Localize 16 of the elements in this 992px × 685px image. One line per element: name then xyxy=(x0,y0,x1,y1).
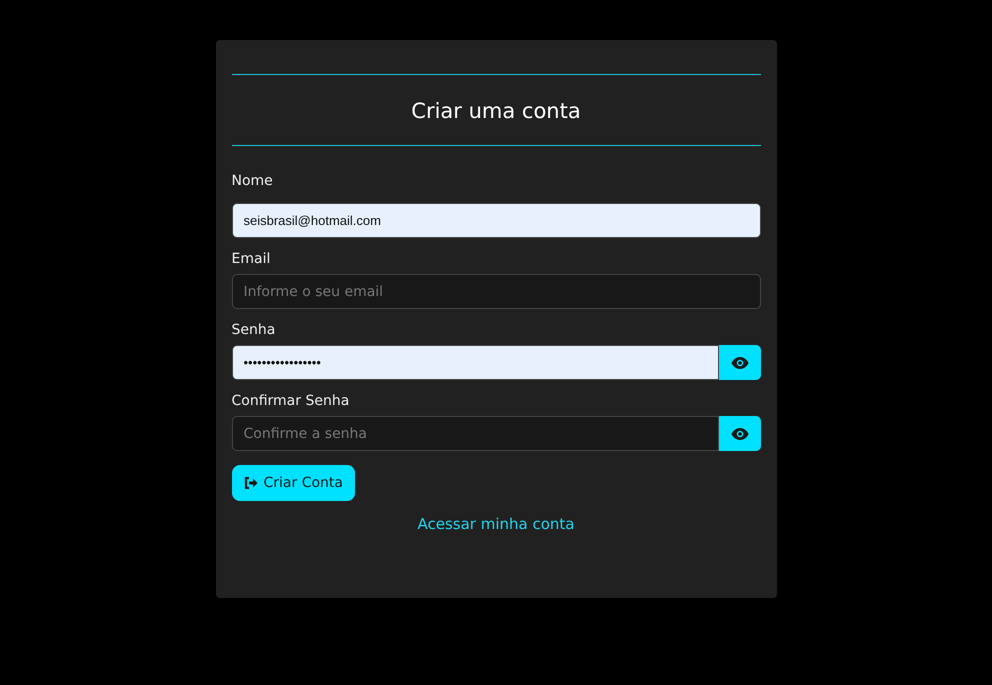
input-field[interactable]: ••••••••••••••••• xyxy=(232,345,718,380)
input-field[interactable]: Informe o seu email xyxy=(232,274,760,309)
eye-icon xyxy=(730,356,748,368)
input-field[interactable]: Confirme a senha xyxy=(232,416,718,451)
field-label: Nome xyxy=(232,173,274,189)
show-password-button[interactable] xyxy=(718,345,760,380)
login-link[interactable]: Acessar minha conta xyxy=(418,515,574,533)
show-password-button[interactable] xyxy=(718,416,760,451)
sign-in-icon xyxy=(244,477,258,489)
create-account-button[interactable]: Criar Conta xyxy=(232,465,355,501)
field-label: Confirmar Senha xyxy=(232,393,350,409)
eye-icon xyxy=(730,428,748,440)
field-label: Email xyxy=(232,251,272,267)
input-field[interactable]: seisbrasil@hotmail.com xyxy=(232,203,760,238)
field-label: Senha xyxy=(232,322,276,338)
form-title: Criar uma conta xyxy=(410,98,582,125)
